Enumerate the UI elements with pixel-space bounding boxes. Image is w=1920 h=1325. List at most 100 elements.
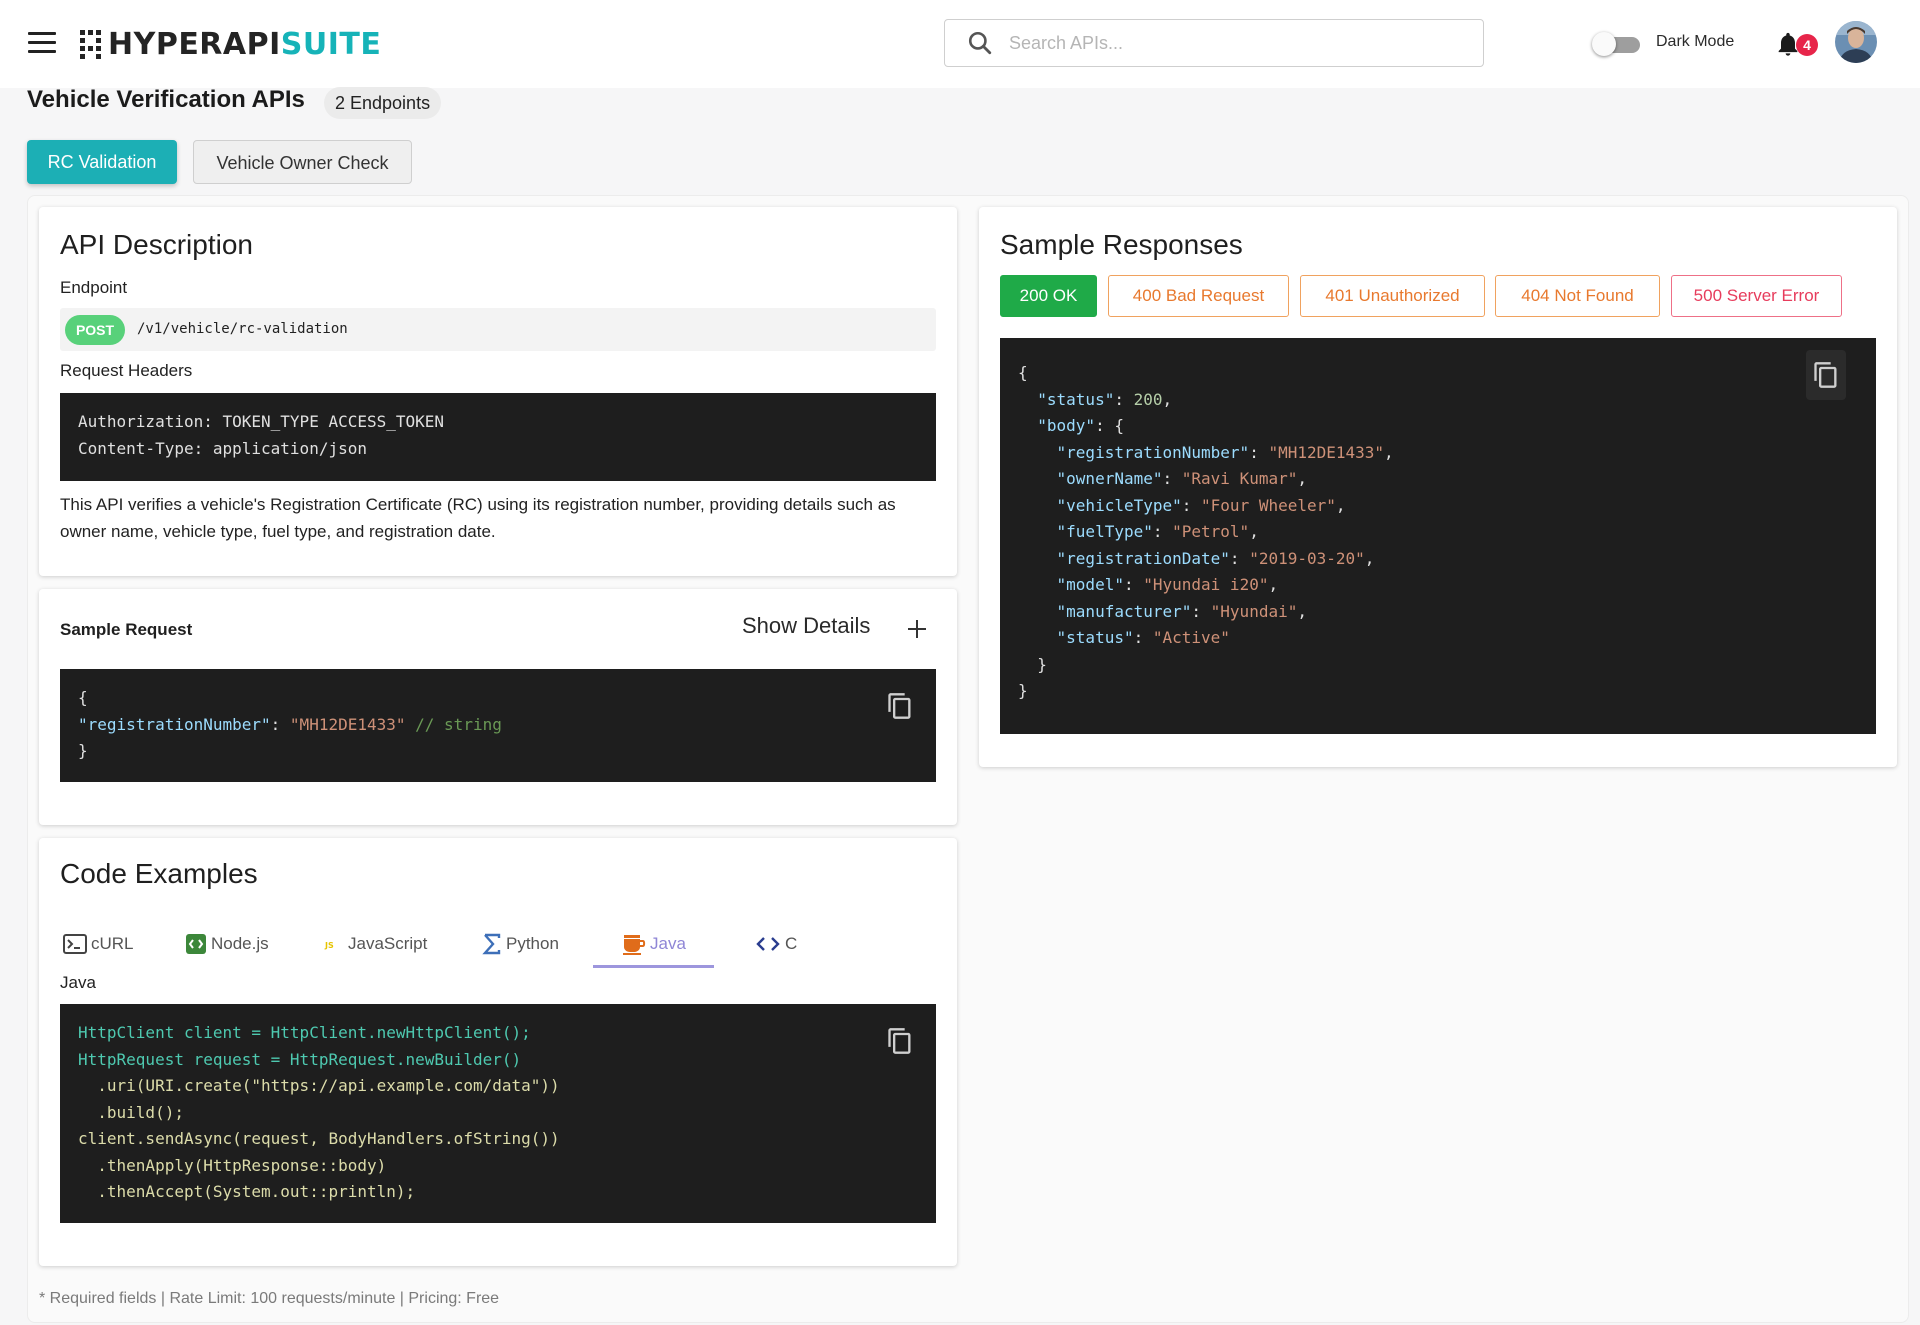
tab-c-label: C — [785, 934, 798, 953]
json-key: "status" — [1056, 628, 1134, 647]
status-404-button[interactable]: 404 Not Found — [1495, 275, 1660, 317]
sample-responses-card: Sample Responses 200 OK 400 Bad Request … — [979, 207, 1897, 767]
code-line: "registrationNumber": "MH12DE1433" // st… — [78, 712, 918, 739]
json-key: "registrationNumber" — [78, 714, 271, 734]
code-open-brace: { — [78, 688, 88, 707]
json-key: "registrationDate" — [1056, 548, 1230, 568]
http-method-chip: POST — [65, 315, 125, 345]
json-open-brace: { — [1018, 363, 1028, 382]
json-field-line: "manufacturer": "Hyundai", — [1056, 601, 1307, 621]
selected-language-label: Java — [60, 973, 96, 992]
json-key: "vehicleType" — [1056, 495, 1182, 515]
search-bar[interactable] — [944, 19, 1484, 67]
copy-icon[interactable] — [886, 691, 914, 721]
tab-java-label: Java — [650, 934, 686, 953]
json-field-line: "ownerName": "Ravi Kumar", — [1056, 469, 1307, 488]
logo-accent: SUITE — [280, 26, 382, 62]
json-field-line: "vehicleType": "Four Wheeler", — [1056, 495, 1346, 515]
json-key: "manufacturer" — [1056, 601, 1192, 621]
code-line-4: .build(); — [78, 1102, 184, 1122]
json-separator: : — [270, 714, 290, 734]
tab-python-label: Python — [506, 934, 559, 953]
json-field-line: "status": "Active" — [1056, 628, 1230, 647]
code-examples-card: Code Examples cURL Node.js JS JavaScript… — [39, 838, 957, 1266]
json-field-line: "registrationDate": "2019-03-20", — [1056, 548, 1375, 568]
code-line-7: .thenAccept(System.out::println); — [78, 1182, 416, 1201]
terminal-icon — [63, 934, 87, 954]
endpoint-label: Endpoint — [60, 278, 128, 297]
json-key: "fuelType" — [1056, 522, 1153, 541]
code-line-6: .thenApply(HttpResponse::body) — [78, 1155, 387, 1175]
logo-primary: HYPERAPI — [108, 26, 281, 62]
json-value: "Active" — [1152, 628, 1230, 647]
toggle-thumb — [1592, 32, 1616, 56]
tab-curl[interactable]: cURL — [63, 924, 134, 964]
search-input[interactable] — [1009, 32, 1429, 54]
request-headers-label: Request Headers — [60, 361, 193, 380]
json-key: "status" — [1037, 389, 1115, 409]
javascript-icon: JS — [324, 941, 334, 950]
json-value: "Hyundai i20" — [1143, 575, 1269, 594]
json-field-line: "registrationNumber": "MH12DE1433", — [1056, 442, 1394, 462]
request-headers-block: Authorization: TOKEN_TYPE ACCESS_TOKEN Co… — [60, 393, 936, 481]
tab-nodejs-label: Node.js — [211, 934, 269, 953]
code-examples-heading: Code Examples — [60, 858, 258, 889]
header-line-authorization: Authorization: TOKEN_TYPE ACCESS_TOKEN — [78, 412, 445, 431]
json-value: "Petrol" — [1172, 522, 1250, 541]
json-value: "MH12DE1433" — [289, 714, 406, 734]
json-key: "model" — [1056, 575, 1124, 594]
sample-request-code: { "registrationNumber": "MH12DE1433" // s… — [60, 669, 936, 782]
json-value: "Four Wheeler" — [1201, 495, 1336, 515]
menu-icon[interactable] — [28, 32, 56, 54]
tab-c[interactable]: C — [755, 924, 797, 964]
tab-nodejs[interactable]: Node.js — [185, 924, 269, 964]
code-line-1: HttpClient client = HttpClient.newHttpCl… — [78, 1023, 531, 1042]
copy-icon[interactable] — [1812, 360, 1840, 390]
coffee-cup-icon — [623, 935, 646, 955]
json-key: "registrationNumber" — [1056, 442, 1250, 462]
json-close-brace: } — [1018, 681, 1028, 700]
avatar[interactable] — [1835, 21, 1877, 63]
java-code-block: HttpClient client = HttpClient.newHttpCl… — [60, 1004, 936, 1223]
header-line-content-type: Content-Type: application/json — [78, 438, 367, 458]
json-value: "MH12DE1433" — [1268, 442, 1385, 462]
sigma-icon — [482, 933, 501, 955]
json-value: "Ravi Kumar" — [1181, 469, 1298, 488]
logo-text: HYPERAPISUITE — [108, 27, 381, 62]
response-json-block: { "status": 200, "body": { "registration… — [1000, 338, 1876, 734]
tab-javascript-label: JavaScript — [348, 934, 428, 953]
tab-python[interactable]: Python — [482, 924, 559, 964]
json-key: "body" — [1037, 416, 1096, 435]
show-details-button[interactable]: Show Details — [742, 613, 870, 639]
page-title: Vehicle Verification APIs — [27, 86, 305, 113]
tab-curl-label: cURL — [91, 934, 134, 953]
code-comment: // string — [405, 714, 502, 734]
endpoint-count-chip: 2 Endpoints — [324, 87, 442, 119]
api-description-heading: API Description — [60, 229, 253, 260]
status-200-button[interactable]: 200 OK — [1000, 275, 1097, 317]
json-value: "2019-03-20" — [1249, 548, 1365, 568]
active-tab-indicator — [593, 965, 714, 968]
tab-rc-validation[interactable]: RC Validation — [27, 140, 177, 184]
nodejs-icon — [186, 934, 206, 954]
dark-mode-toggle[interactable] — [1592, 32, 1640, 56]
tab-vehicle-owner-check[interactable]: Vehicle Owner Check — [193, 140, 412, 184]
sample-request-card: Sample Request Show Details { "registrati… — [39, 589, 957, 825]
top-app-bar: HYPERAPISUITE Dark Mode 4 — [0, 0, 1920, 88]
tab-javascript[interactable]: JS JavaScript — [322, 924, 427, 964]
copy-icon[interactable] — [886, 1026, 914, 1056]
status-400-button[interactable]: 400 Bad Request — [1108, 275, 1289, 317]
json-value: "Hyundai" — [1210, 601, 1298, 621]
code-line-3: .uri(URI.create("https://api.example.com… — [78, 1076, 560, 1095]
dark-mode-label: Dark Mode — [1656, 33, 1735, 50]
tab-java[interactable]: Java — [622, 924, 686, 964]
sample-responses-heading: Sample Responses — [1000, 229, 1243, 260]
status-401-button[interactable]: 401 Unauthorized — [1300, 275, 1485, 317]
plus-icon[interactable] — [905, 617, 929, 641]
json-body-close: } — [1018, 654, 1047, 674]
app-logo[interactable]: HYPERAPISUITE — [80, 24, 381, 64]
code-brackets-icon — [756, 937, 780, 951]
sample-request-title: Sample Request — [60, 620, 193, 639]
api-description-text: This API verifies a vehicle's Registrati… — [60, 495, 896, 541]
status-500-button[interactable]: 500 Server Error — [1671, 275, 1842, 317]
